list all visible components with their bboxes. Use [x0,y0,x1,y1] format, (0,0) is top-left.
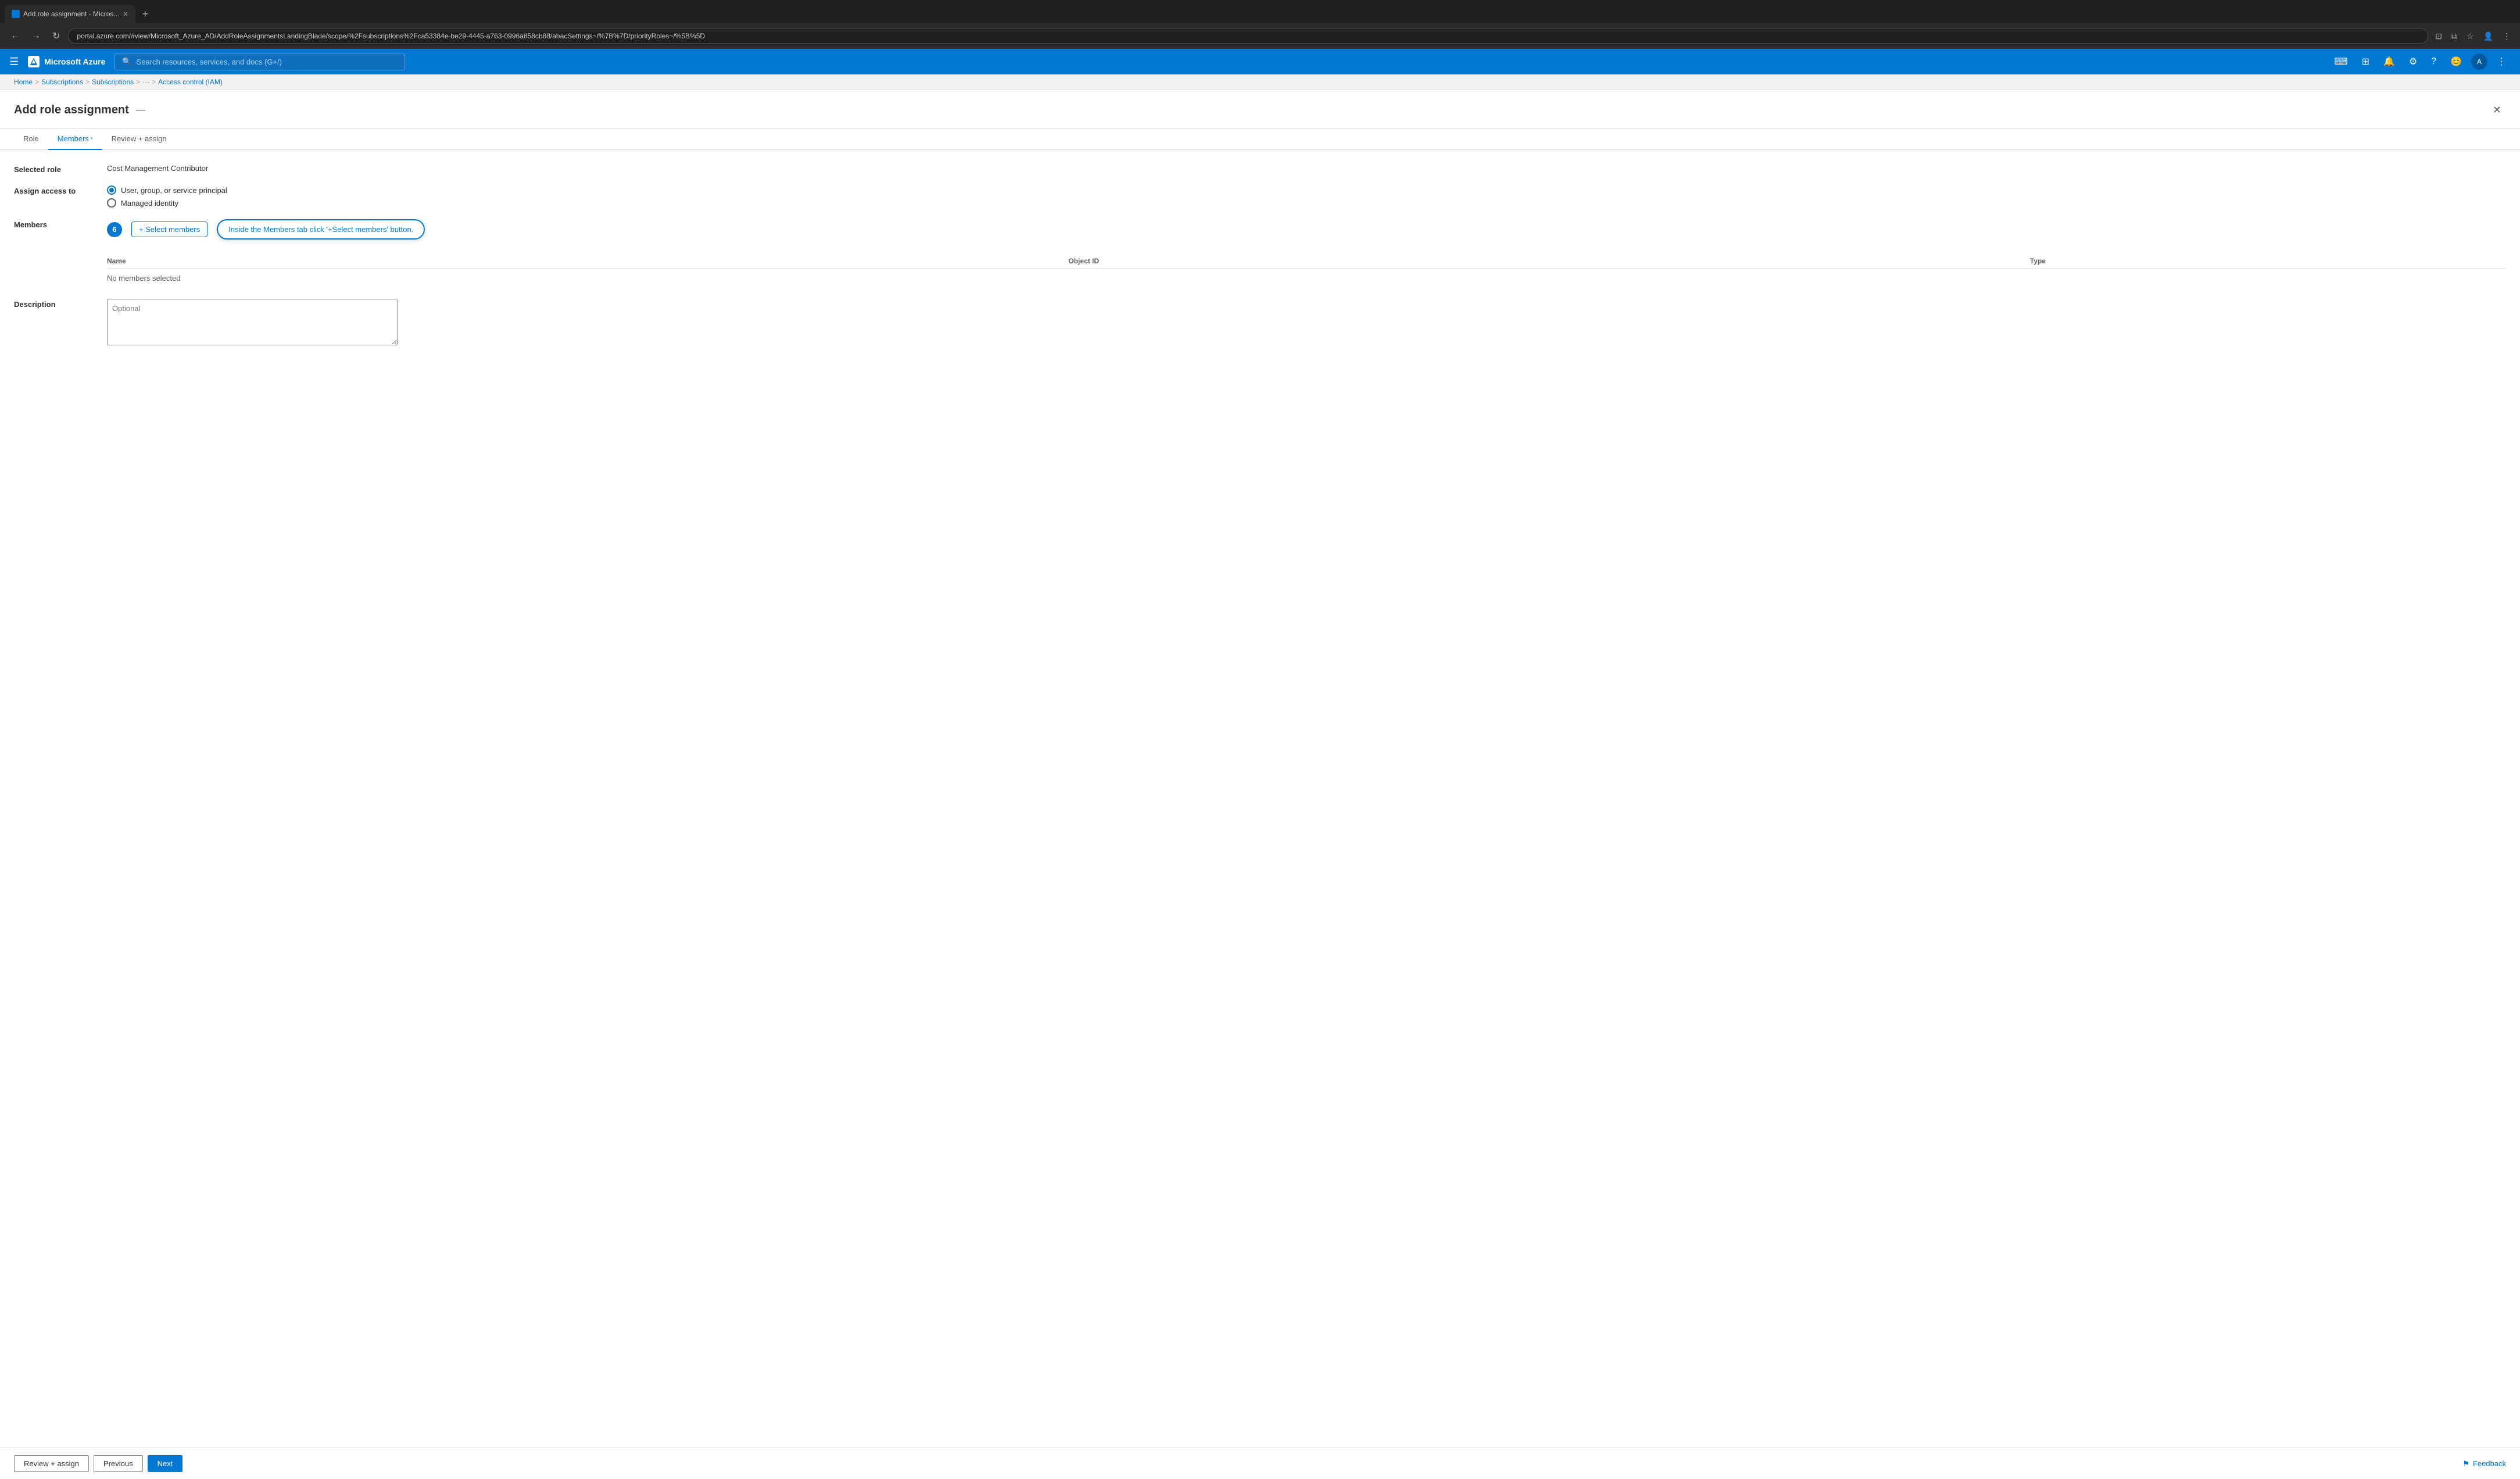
reload-button[interactable]: ↻ [49,28,63,44]
selected-role-label: Selected role [14,164,107,174]
breadcrumb-subscriptions[interactable]: Subscriptions [41,78,83,86]
hamburger-menu-icon[interactable]: ☰ [9,56,19,68]
tab-members[interactable]: Members * [48,128,102,150]
members-table: Name Object ID Type No members selected [107,253,2506,287]
extensions-icon[interactable]: ⧉ [2449,29,2460,44]
radio-user-principal[interactable]: User, group, or service principal [107,185,227,195]
tab-close-icon[interactable]: ✕ [123,10,128,18]
panel-title-group: Add role assignment — [14,103,145,117]
members-label: Members [14,219,107,229]
breadcrumb-sep-2: > [85,78,90,86]
members-controls: 6 + Select members Inside the Members ta… [107,219,2506,240]
breadcrumb-subscriptions-2[interactable]: Subscriptions [92,78,134,86]
forward-button[interactable]: → [28,28,44,44]
step-badge: 6 [107,222,122,237]
breadcrumb-sub-name: ··· [142,78,149,86]
browser-tab[interactable]: Add role assignment - Micros... ✕ [5,5,135,23]
breadcrumb-sep-1: > [35,78,39,86]
selected-role-row: Selected role Cost Management Contributo… [14,164,2506,174]
bottom-left-actions: Review + assign Previous Next [14,1455,182,1472]
bookmark-icon[interactable]: ☆ [2464,29,2476,44]
tooltip-bubble: Inside the Members tab click '+Select me… [217,219,425,240]
breadcrumb-iam[interactable]: Access control (IAM) [158,78,223,86]
panel-info-icon[interactable]: — [136,105,145,116]
breadcrumb-home[interactable]: Home [14,78,33,86]
col-header-type: Type [2030,257,2506,265]
breadcrumb-sep-4: > [152,78,156,86]
azure-topbar: ☰ Microsoft Azure 🔍 ⌨ ⊞ 🔔 ⚙ ? 😊 A ⋮ [0,49,2520,74]
settings-icon[interactable]: ⚙ [2404,53,2422,70]
radio-group: User, group, or service principal Manage… [107,185,227,208]
search-icon: 🔍 [122,57,131,66]
tabs-row: Role Members * Review + assign [0,128,2520,150]
assign-access-label: Assign access to [14,185,107,195]
bottom-bar: Review + assign Previous Next ⚑ Feedback [0,1448,2520,1479]
add-role-assignment-panel: Add role assignment — ✕ Role Members * R… [0,90,2520,1479]
description-label: Description [14,299,107,309]
tab-favicon-icon [12,10,20,18]
feedback-topbar-icon[interactable]: 😊 [2446,53,2467,70]
radio-managed-circle [107,198,116,208]
description-row: Description [14,299,2506,345]
breadcrumb-sep-3: > [136,78,140,86]
tab-members-asterisk: * [89,137,93,143]
radio-managed-identity[interactable]: Managed identity [107,198,227,208]
tab-title: Add role assignment - Micros... [23,10,119,18]
select-members-button[interactable]: + Select members [131,222,207,237]
radio-user-circle [107,185,116,195]
previous-button[interactable]: Previous [94,1455,143,1472]
members-row: Members 6 + Select members Inside the Me… [14,219,2506,287]
feedback-button[interactable]: ⚑ Feedback [2462,1459,2506,1469]
tab-bar: Add role assignment - Micros... ✕ + [0,0,2520,23]
user-avatar[interactable]: A [2471,53,2487,70]
assign-access-row: Assign access to User, group, or service… [14,185,2506,208]
tab-role[interactable]: Role [14,128,48,150]
browser-chrome: Add role assignment - Micros... ✕ + ← → … [0,0,2520,49]
breadcrumb: Home > Subscriptions > Subscriptions > ·… [0,74,2520,90]
description-textarea[interactable] [107,299,398,345]
azure-search-input[interactable] [137,58,398,66]
azure-topbar-actions: ⌨ ⊞ 🔔 ⚙ ? 😊 A ⋮ [2329,53,2511,70]
address-text: portal.azure.com/#view/Microsoft_Azure_A… [77,32,705,40]
no-members-text: No members selected [107,269,2506,287]
azure-logo: Microsoft Azure [28,56,105,67]
notifications-icon[interactable]: 🔔 [2379,53,2400,70]
panel-close-button[interactable]: ✕ [2488,102,2506,119]
feedback-icon: ⚑ [2462,1459,2469,1469]
address-bar[interactable]: portal.azure.com/#view/Microsoft_Azure_A… [68,28,2428,44]
members-table-header: Name Object ID Type [107,253,2506,269]
directory-icon[interactable]: ⊞ [2357,53,2374,70]
cast-icon[interactable]: ⊡ [2433,29,2444,44]
selected-role-value: Cost Management Contributor [107,164,208,173]
azure-logo-icon [28,56,40,67]
panel-header: Add role assignment — ✕ [0,90,2520,128]
panel-title: Add role assignment [14,103,129,117]
help-icon[interactable]: ? [2426,54,2441,69]
next-button[interactable]: Next [148,1455,183,1472]
review-assign-button[interactable]: Review + assign [14,1455,89,1472]
feedback-label: Feedback [2473,1459,2506,1468]
new-tab-button[interactable]: + [138,6,153,23]
tab-review-assign[interactable]: Review + assign [102,128,176,150]
col-header-name: Name [107,257,1059,265]
main-content: Add role assignment — ✕ Role Members * R… [0,90,2520,1479]
address-bar-row: ← → ↻ portal.azure.com/#view/Microsoft_A… [0,23,2520,49]
form-body: Selected role Cost Management Contributo… [0,150,2520,1448]
back-button[interactable]: ← [7,28,23,44]
azure-search-box[interactable]: 🔍 [114,53,405,70]
profile-icon[interactable]: 👤 [2481,29,2496,44]
col-header-object-id: Object ID [1068,257,2020,265]
azure-brand-text: Microsoft Azure [44,57,105,66]
more-topbar-icon[interactable]: ⋮ [2492,53,2511,70]
more-browser-icon[interactable]: ⋮ [2500,29,2513,44]
cloud-shell-icon[interactable]: ⌨ [2329,53,2352,70]
browser-actions: ⊡ ⧉ ☆ 👤 ⋮ [2433,29,2513,44]
